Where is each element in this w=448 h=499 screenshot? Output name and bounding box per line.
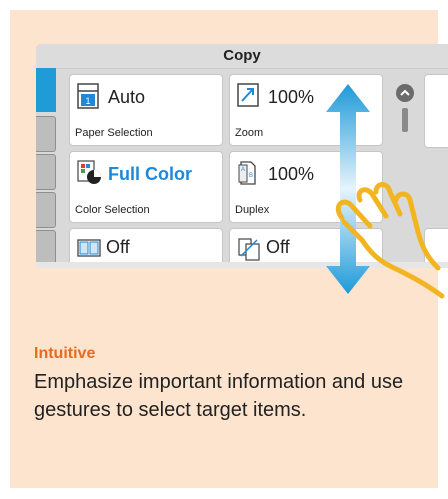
side-tab[interactable] <box>36 230 56 266</box>
zoom-label: Zoom <box>235 127 264 139</box>
duplex-icon: A B <box>237 160 259 191</box>
scroll-up-button[interactable] <box>396 84 414 102</box>
svg-text:1: 1 <box>85 96 90 106</box>
combine-icon <box>77 239 101 262</box>
duplex-value: 100% <box>268 164 315 184</box>
combine-value: Off <box>106 237 130 257</box>
right-column-tile[interactable] <box>424 74 448 148</box>
svg-text:A: A <box>241 167 245 173</box>
color-selection-label: Color Selection <box>75 204 150 216</box>
original-size-value: Off <box>266 237 290 257</box>
zoom-icon <box>237 83 259 112</box>
color-selection-value: Full Color <box>108 164 192 184</box>
side-tab[interactable] <box>36 192 56 228</box>
swipe-gesture-icon <box>335 182 445 299</box>
paper-selection-label: Paper Selection <box>75 127 153 139</box>
chevron-up-icon <box>400 89 410 96</box>
svg-text:B: B <box>249 173 253 179</box>
color-selection-tile[interactable]: Full Color Color Selection <box>69 151 223 223</box>
active-side-tab[interactable] <box>36 68 56 112</box>
title-bar: Copy <box>36 44 448 69</box>
feature-heading: Intuitive <box>34 345 96 362</box>
feature-description: Emphasize important information and use … <box>34 371 404 421</box>
color-icon <box>77 160 103 191</box>
paper-tray-icon: 1 <box>77 83 99 114</box>
side-tab[interactable] <box>36 116 56 152</box>
zoom-value: 100% <box>268 87 315 107</box>
paper-selection-value: Auto <box>108 87 146 107</box>
window-title: Copy <box>223 47 261 64</box>
side-tab[interactable] <box>36 154 56 190</box>
paper-selection-tile[interactable]: 1 Auto Paper Selection <box>69 74 223 146</box>
duplex-label: Duplex <box>235 204 270 216</box>
scrollbar-thumb[interactable] <box>402 108 408 132</box>
